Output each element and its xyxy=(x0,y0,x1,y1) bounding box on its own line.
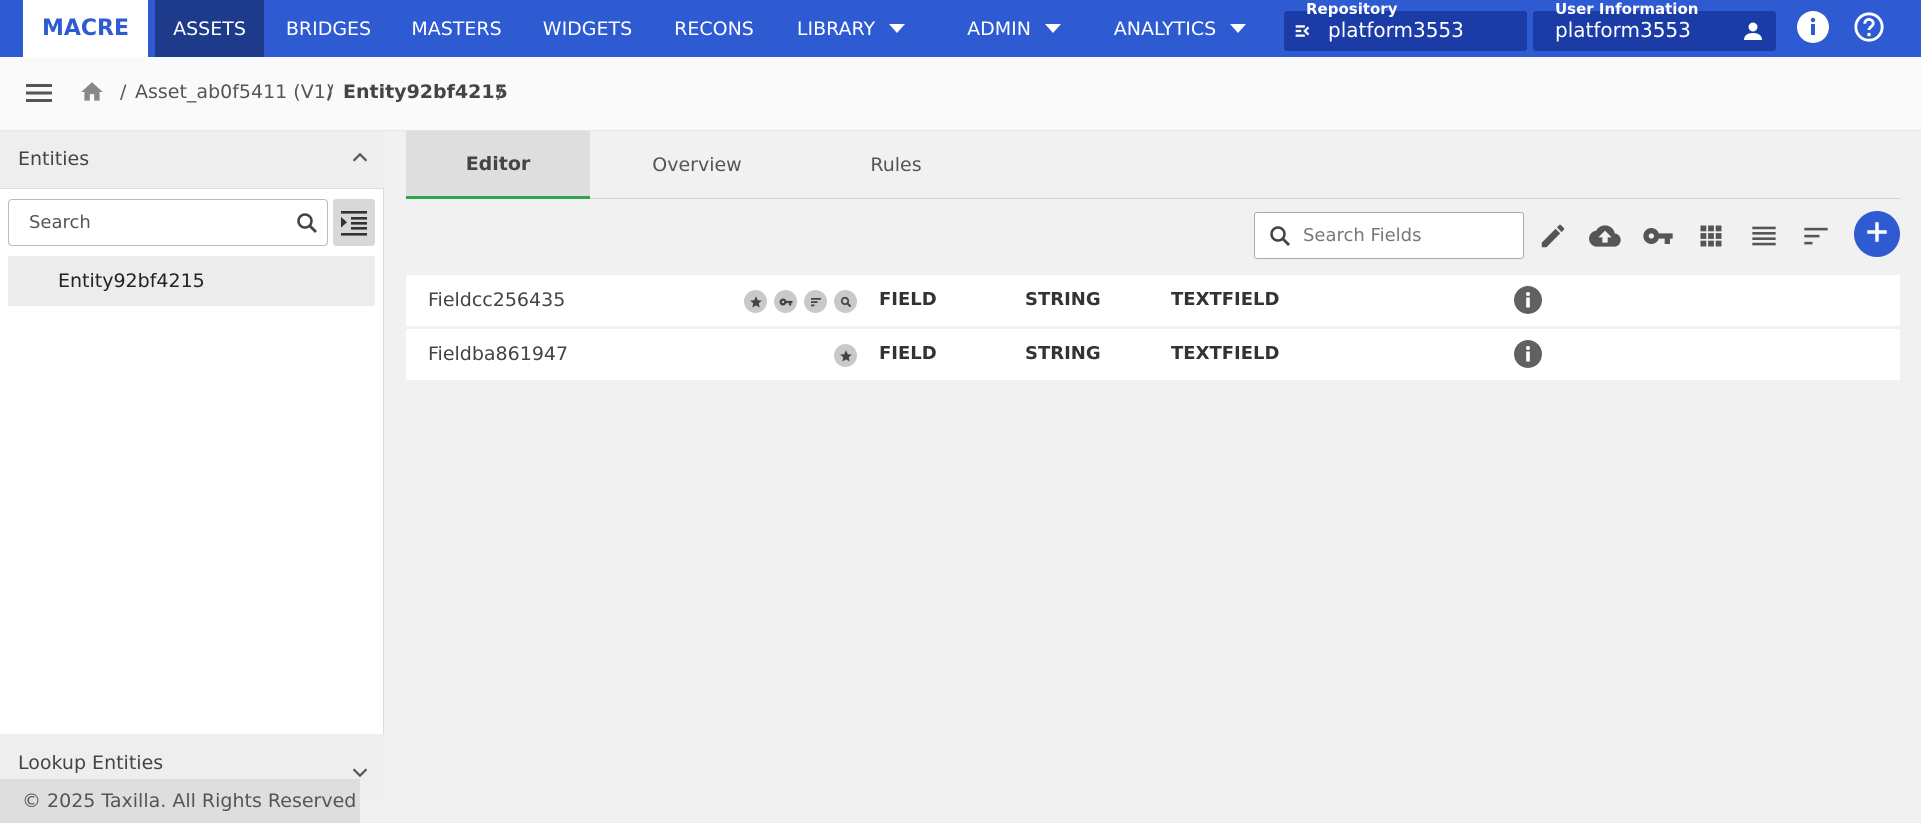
field-search-input[interactable] xyxy=(1303,213,1518,258)
star-icon xyxy=(744,290,767,313)
info-icon[interactable] xyxy=(1514,286,1542,314)
breadcrumb-separator: / xyxy=(327,81,334,103)
tab-rules[interactable]: Rules xyxy=(804,131,988,199)
nav-label: ADMIN xyxy=(967,17,1031,40)
repository-selector[interactable]: Repository platform3553 xyxy=(1284,0,1527,51)
field-type: STRING xyxy=(1025,343,1101,364)
nav-bridges[interactable]: BRIDGES xyxy=(275,0,382,57)
nav-label: RECONS xyxy=(674,17,754,40)
chevron-down-icon xyxy=(1044,24,1061,33)
chevron-down-icon xyxy=(1230,24,1247,33)
nav-label: MASTERS xyxy=(411,17,502,40)
tab-label: Overview xyxy=(652,154,742,176)
list-view-icon[interactable] xyxy=(1744,216,1784,256)
help-icon[interactable] xyxy=(1853,11,1885,43)
copyright-text: © 2025 Taxilla. All Rights Reserved xyxy=(22,790,357,812)
nav-admin[interactable]: ADMIN xyxy=(955,0,1073,57)
repository-label: Repository xyxy=(1306,0,1398,18)
breadcrumb-entity: Entity92bf4215 xyxy=(343,81,508,103)
breadcrumb-separator: / xyxy=(497,81,504,103)
chevron-up-icon[interactable] xyxy=(349,147,371,173)
info-icon[interactable] xyxy=(1797,11,1829,43)
add-field-button[interactable] xyxy=(1854,211,1900,257)
editor-tabs: Editor Overview Rules xyxy=(406,131,1900,199)
tab-overview[interactable]: Overview xyxy=(590,131,804,199)
hamburger-menu-icon[interactable] xyxy=(25,81,53,109)
cloud-upload-icon[interactable] xyxy=(1585,216,1625,256)
home-icon[interactable] xyxy=(79,79,105,109)
search-icon[interactable] xyxy=(295,211,319,239)
key-icon[interactable] xyxy=(1638,216,1678,256)
breadcrumb-asset[interactable]: Asset_ab0f5411 (V1) xyxy=(135,81,333,103)
field-ui-type: TEXTFIELD xyxy=(1171,289,1280,310)
field-type: STRING xyxy=(1025,289,1101,310)
nav-masters[interactable]: MASTERS xyxy=(399,0,514,57)
star-icon xyxy=(834,344,857,367)
nav-label: WIDGETS xyxy=(542,17,633,40)
user-info[interactable]: User Information platform3553 xyxy=(1533,0,1776,51)
top-navbar: MACRE ASSETS BRIDGES MASTERS WIDGETS REC… xyxy=(0,0,1921,57)
entities-title: Entities xyxy=(18,148,90,170)
info-icon[interactable] xyxy=(1514,340,1542,368)
field-row[interactable]: Fieldcc256435 FIELD STRING TEXTFIELD xyxy=(406,275,1900,326)
repository-value: platform3553 xyxy=(1328,18,1464,42)
footer: © 2025 Taxilla. All Rights Reserved xyxy=(0,779,360,823)
field-ui-type: TEXTFIELD xyxy=(1171,343,1280,364)
field-name: Fieldba861947 xyxy=(428,343,569,365)
key-icon xyxy=(774,290,797,313)
breadcrumb: / Asset_ab0f5411 (V1) / Entity92bf4215 / xyxy=(0,57,1921,131)
chevron-down-icon xyxy=(889,24,906,33)
nav-analytics[interactable]: ANALYTICS xyxy=(1110,0,1250,57)
nav-label: LIBRARY xyxy=(796,17,876,40)
user-info-label: User Information xyxy=(1555,0,1699,18)
sort-icon xyxy=(804,290,827,313)
grid-view-icon[interactable] xyxy=(1691,216,1731,256)
indent-toggle-icon[interactable] xyxy=(333,199,375,246)
nav-recons[interactable]: RECONS xyxy=(662,0,766,57)
entity-search-box xyxy=(8,199,328,246)
nav-label: BRIDGES xyxy=(285,17,372,40)
field-name: Fieldcc256435 xyxy=(428,289,566,311)
breadcrumb-separator: / xyxy=(120,81,127,103)
field-kind: FIELD xyxy=(879,343,937,364)
entity-list-item[interactable]: Entity92bf4215 xyxy=(8,256,375,306)
field-row[interactable]: Fieldba861947 FIELD STRING TEXTFIELD xyxy=(406,329,1900,380)
nav-widgets[interactable]: WIDGETS xyxy=(530,0,645,57)
nav-assets[interactable]: ASSETS xyxy=(155,0,264,57)
search-icon xyxy=(1268,224,1292,252)
sort-icon[interactable] xyxy=(1796,216,1836,256)
person-icon xyxy=(1741,19,1765,47)
search-icon xyxy=(834,290,857,313)
repository-switch-icon xyxy=(1292,20,1314,46)
field-search-box xyxy=(1254,212,1524,259)
user-name: platform3553 xyxy=(1555,18,1691,42)
nav-label: ASSETS xyxy=(173,17,246,40)
entity-name: Entity92bf4215 xyxy=(58,270,205,292)
tab-editor[interactable]: Editor xyxy=(406,131,590,199)
nav-library[interactable]: LIBRARY xyxy=(785,0,917,57)
entities-panel-header[interactable]: Entities xyxy=(0,131,384,189)
entity-search-input[interactable] xyxy=(9,200,289,245)
tab-label: Rules xyxy=(870,154,922,176)
lookup-entities-title: Lookup Entities xyxy=(18,752,164,774)
field-kind: FIELD xyxy=(879,289,937,310)
nav-label: ANALYTICS xyxy=(1113,17,1217,40)
entities-panel: Entities Entity92bf4215 Lookup Entities xyxy=(0,131,384,800)
edit-icon[interactable] xyxy=(1533,216,1573,256)
tab-label: Editor xyxy=(465,152,531,175)
add-icon xyxy=(1864,219,1890,249)
app-logo[interactable]: MACRE xyxy=(23,0,148,57)
